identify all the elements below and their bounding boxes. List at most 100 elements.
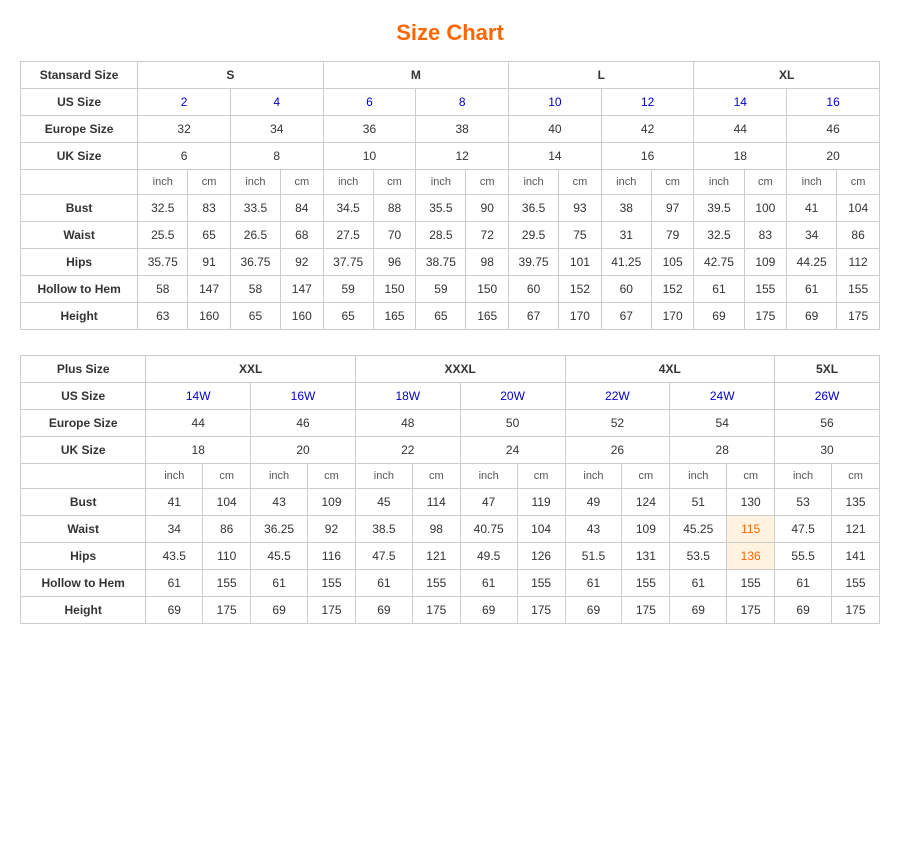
unit-inch-5: inch <box>509 170 559 195</box>
xxl-group: XXL <box>146 356 356 383</box>
plus-unit-inch-5: inch <box>565 464 622 489</box>
unit-inch-8: inch <box>787 170 837 195</box>
plus-eu-52: 52 <box>565 410 670 437</box>
plus-unit-cm-6: cm <box>727 464 775 489</box>
uk-12: 12 <box>416 143 509 170</box>
plus-hollow-hem-row: Hollow to Hem 61155 61155 61155 61155 61… <box>21 570 880 597</box>
eu-36: 36 <box>323 116 416 143</box>
size-group-row: Stansard Size S M L XL <box>21 62 880 89</box>
plus-unit-cm-3: cm <box>412 464 460 489</box>
plus-eu-56: 56 <box>775 410 880 437</box>
uk-6: 6 <box>138 143 231 170</box>
plus-height-row: Height 69175 69175 69175 69175 69175 691… <box>21 597 880 624</box>
xl-group: XL <box>694 62 880 89</box>
europe-size-label: Europe Size <box>21 116 138 143</box>
us-size-label: US Size <box>21 89 138 116</box>
uk-8: 8 <box>230 143 323 170</box>
plus-uk-28: 28 <box>670 437 775 464</box>
plus-unit-inch-1: inch <box>146 464 203 489</box>
height-label: Height <box>21 303 138 330</box>
plus-uk-size-label: UK Size <box>21 437 146 464</box>
5xl-group: 5XL <box>775 356 880 383</box>
plus-eu-50: 50 <box>460 410 565 437</box>
plus-size-label: Plus Size <box>21 356 146 383</box>
plus-eu-54: 54 <box>670 410 775 437</box>
plus-us-18w: 18W <box>355 383 460 410</box>
plus-eu-46: 46 <box>251 410 356 437</box>
unit-row: inch cm inch cm inch cm inch cm inch cm … <box>21 170 880 195</box>
l-group: L <box>509 62 694 89</box>
us-size-16: 16 <box>787 89 880 116</box>
plus-unit-cm-1: cm <box>203 464 251 489</box>
eu-40: 40 <box>509 116 602 143</box>
page-title: Size Chart <box>20 20 880 46</box>
unit-inch-4: inch <box>416 170 466 195</box>
plus-us-24w: 24W <box>670 383 775 410</box>
hips-row: Hips 35.7591 36.7592 37.7596 38.7598 39.… <box>21 249 880 276</box>
plus-uk-20: 20 <box>251 437 356 464</box>
plus-europe-size-row: Europe Size 44 46 48 50 52 54 56 <box>21 410 880 437</box>
us-size-8: 8 <box>416 89 509 116</box>
plus-uk-30: 30 <box>775 437 880 464</box>
plus-size-group-row: Plus Size XXL XXXL 4XL 5XL <box>21 356 880 383</box>
unit-cm-1: cm <box>188 170 231 195</box>
unit-cm-8: cm <box>837 170 880 195</box>
standard-size-chart: Stansard Size S M L XL US Size 2 4 6 8 1… <box>20 61 880 330</box>
eu-44: 44 <box>694 116 787 143</box>
plus-uk-24: 24 <box>460 437 565 464</box>
eu-34: 34 <box>230 116 323 143</box>
height-row: Height 63160 65160 65165 65165 67170 671… <box>21 303 880 330</box>
plus-size-chart: Plus Size XXL XXXL 4XL 5XL US Size 14W 1… <box>20 355 880 624</box>
hips-label: Hips <box>21 249 138 276</box>
unit-cm-3: cm <box>373 170 416 195</box>
unit-inch-1: inch <box>138 170 188 195</box>
m-group: M <box>323 62 508 89</box>
uk-20: 20 <box>787 143 880 170</box>
unit-inch-2: inch <box>230 170 280 195</box>
plus-us-14w: 14W <box>146 383 251 410</box>
plus-unit-cm-2: cm <box>308 464 356 489</box>
uk-18: 18 <box>694 143 787 170</box>
unit-cm-7: cm <box>744 170 787 195</box>
us-size-row: US Size 2 4 6 8 10 12 14 16 <box>21 89 880 116</box>
us-size-6: 6 <box>323 89 416 116</box>
s-group: S <box>138 62 323 89</box>
unit-inch-3: inch <box>323 170 373 195</box>
plus-unit-inch-6: inch <box>670 464 727 489</box>
eu-38: 38 <box>416 116 509 143</box>
us-size-4: 4 <box>230 89 323 116</box>
plus-us-22w: 22W <box>565 383 670 410</box>
plus-us-size-label: US Size <box>21 383 146 410</box>
plus-europe-size-label: Europe Size <box>21 410 146 437</box>
unit-cm-4: cm <box>466 170 509 195</box>
plus-uk-18: 18 <box>146 437 251 464</box>
plus-unit-inch-3: inch <box>355 464 412 489</box>
plus-unit-inch-7: inch <box>775 464 832 489</box>
hollow-hem-label: Hollow to Hem <box>21 276 138 303</box>
plus-unit-inch-4: inch <box>460 464 517 489</box>
plus-bust-row: Bust 41104 43109 45114 47119 49124 51130… <box>21 489 880 516</box>
plus-waist-row: Waist 3486 36.2592 38.598 40.75104 43109… <box>21 516 880 543</box>
unit-cm-5: cm <box>559 170 602 195</box>
plus-us-26w: 26W <box>775 383 880 410</box>
plus-waist-label: Waist <box>21 516 146 543</box>
plus-bust-label: Bust <box>21 489 146 516</box>
eu-42: 42 <box>601 116 694 143</box>
plus-eu-48: 48 <box>355 410 460 437</box>
us-size-14: 14 <box>694 89 787 116</box>
plus-hips-row: Hips 43.5110 45.5116 47.5121 49.5126 51.… <box>21 543 880 570</box>
plus-uk-size-row: UK Size 18 20 22 24 26 28 30 <box>21 437 880 464</box>
unit-inch-6: inch <box>601 170 651 195</box>
plus-unit-cm-7: cm <box>832 464 880 489</box>
eu-46: 46 <box>787 116 880 143</box>
plus-eu-44: 44 <box>146 410 251 437</box>
stansard-size-label: Stansard Size <box>21 62 138 89</box>
uk-size-label: UK Size <box>21 143 138 170</box>
plus-us-20w: 20W <box>460 383 565 410</box>
waist-row: Waist 25.565 26.568 27.570 28.572 29.575… <box>21 222 880 249</box>
eu-32: 32 <box>138 116 231 143</box>
plus-hips-label: Hips <box>21 543 146 570</box>
hollow-hem-row: Hollow to Hem 58147 58147 59150 59150 60… <box>21 276 880 303</box>
standard-table: Stansard Size S M L XL US Size 2 4 6 8 1… <box>20 61 880 330</box>
plus-unit-row: inch cm inch cm inch cm inch cm inch cm … <box>21 464 880 489</box>
